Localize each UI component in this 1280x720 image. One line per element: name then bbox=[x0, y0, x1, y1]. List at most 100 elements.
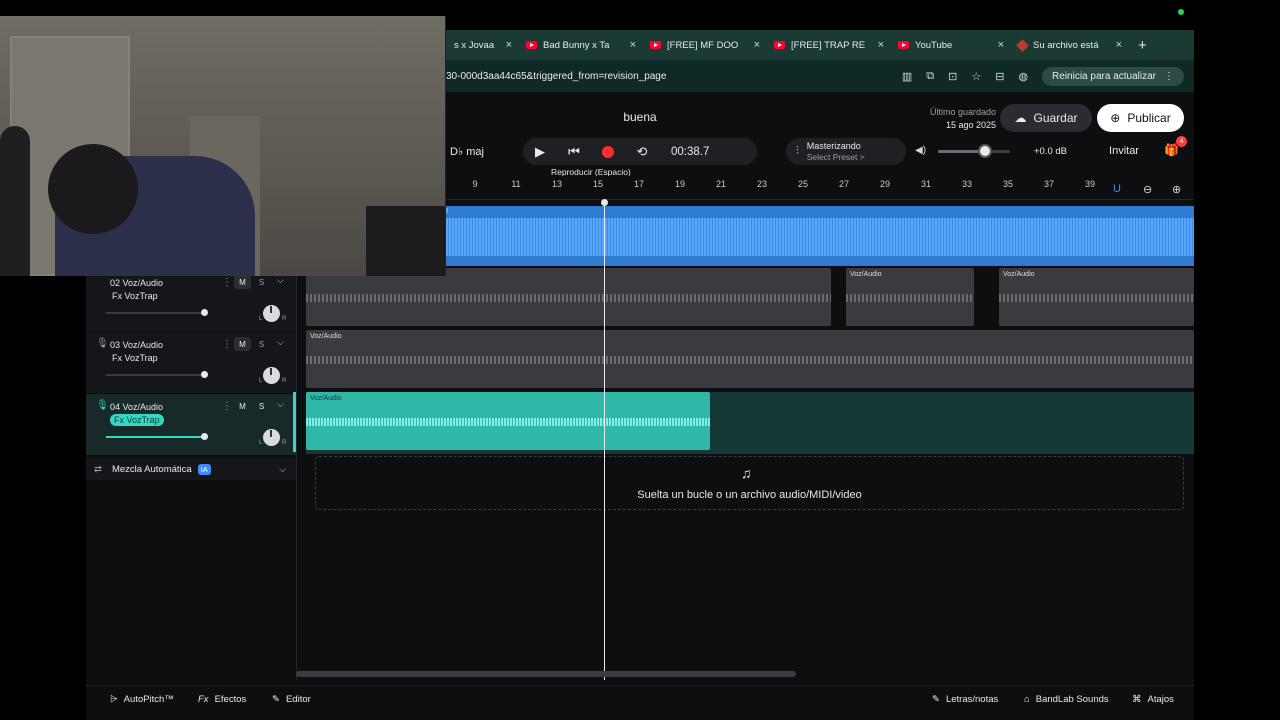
chevron-down-icon[interactable]: ⌵ bbox=[277, 275, 284, 286]
mute-button[interactable]: M bbox=[234, 337, 251, 351]
track-name[interactable]: 03 Voz/Audio bbox=[110, 340, 163, 350]
browser-tab[interactable]: Su archivo está × bbox=[1010, 30, 1128, 60]
update-button[interactable]: Reinicia para actualizar ⋮ bbox=[1042, 66, 1184, 86]
snap-icon[interactable]: U bbox=[1113, 183, 1121, 195]
pan-knob[interactable] bbox=[263, 305, 280, 322]
close-icon[interactable]: × bbox=[630, 39, 636, 51]
browser-tab[interactable]: s x Jovaa × bbox=[446, 30, 518, 60]
key-selector[interactable]: D♭ maj bbox=[446, 140, 506, 162]
close-icon[interactable]: × bbox=[1116, 39, 1122, 51]
playhead[interactable] bbox=[604, 200, 605, 680]
track-header[interactable]: 🎙 03 Voz/Audio Fx VozTrap ⋮ M S ⌵ L R bbox=[86, 332, 296, 394]
audio-clip[interactable]: Voz/Audio bbox=[306, 330, 1194, 388]
invite-button[interactable]: Invitar bbox=[1098, 140, 1150, 162]
close-icon[interactable]: × bbox=[878, 39, 884, 51]
browser-tab[interactable]: [FREE] TRAP RE × bbox=[766, 30, 890, 60]
solo-button[interactable]: S bbox=[254, 275, 269, 289]
audio-clip[interactable]: Voz/Audio bbox=[999, 268, 1194, 326]
mastering-button[interactable]: ⫶ Masterizando Select Preset > bbox=[786, 138, 906, 165]
mastering-preset: Select Preset > bbox=[806, 151, 865, 162]
track-volume-slider[interactable] bbox=[106, 436, 204, 438]
chevron-down-icon[interactable]: ⌵ bbox=[279, 464, 286, 475]
tab-label: [FREE] MF DOO bbox=[667, 39, 739, 51]
update-label: Reinicia para actualizar bbox=[1052, 70, 1156, 82]
close-icon[interactable]: × bbox=[998, 39, 1004, 51]
browser-tab[interactable]: Bad Bunny x Ta × bbox=[518, 30, 642, 60]
track-volume-slider[interactable] bbox=[106, 374, 204, 376]
horizontal-scrollbar[interactable] bbox=[296, 671, 796, 677]
bandlab-sounds-button[interactable]: ⌂ BandLab Sounds bbox=[1024, 694, 1109, 705]
record-button[interactable] bbox=[591, 138, 625, 165]
audio-clip[interactable] bbox=[306, 268, 831, 326]
close-icon[interactable]: × bbox=[754, 39, 760, 51]
new-tab-button[interactable]: + bbox=[1138, 37, 1147, 54]
cast-icon[interactable]: ⧉ bbox=[926, 70, 934, 83]
track-name[interactable]: 02 Voz/Audio bbox=[110, 278, 163, 288]
more-icon[interactable]: ⋮ bbox=[222, 339, 232, 350]
browser-tab[interactable]: [FREE] MF DOO × bbox=[642, 30, 766, 60]
fx-preset[interactable]: Fx VozTrap bbox=[110, 414, 164, 426]
more-icon[interactable]: ⋮ bbox=[222, 277, 232, 288]
lyrics-button[interactable]: ✎ Letras/notas bbox=[932, 694, 998, 705]
translate-icon[interactable]: ⊡ bbox=[948, 70, 957, 83]
fx-preset[interactable]: Fx VozTrap bbox=[110, 290, 160, 302]
rewind-button[interactable]: ⏮ bbox=[557, 138, 591, 165]
clip-label: Voz/Audio bbox=[1003, 271, 1035, 278]
ruler-tick: 15 bbox=[592, 179, 604, 189]
volume-knob[interactable] bbox=[201, 433, 208, 440]
fx-preset[interactable]: Fx VozTrap bbox=[110, 352, 160, 364]
star-icon[interactable]: ☆ bbox=[971, 70, 981, 83]
pan-right-label: R bbox=[282, 316, 287, 322]
effects-button[interactable]: Fx Efectos bbox=[198, 694, 246, 705]
browser-tab[interactable]: YouTube × bbox=[890, 30, 1010, 60]
profile-icon[interactable]: ◍ bbox=[1018, 70, 1028, 83]
chevron-down-icon[interactable]: ⌵ bbox=[277, 337, 284, 348]
mute-button[interactable]: M bbox=[234, 399, 251, 413]
close-icon[interactable]: × bbox=[506, 39, 512, 51]
track-lane[interactable]: Voz/Audio bbox=[306, 330, 1194, 392]
audio-clip[interactable]: Voz/Audio bbox=[846, 268, 974, 326]
autopitch-button[interactable]: ⩥ AutoPitch™ bbox=[110, 694, 174, 705]
solo-button[interactable]: S bbox=[254, 399, 269, 413]
shortcuts-button[interactable]: ⌘ Atajos bbox=[1132, 694, 1174, 705]
volume-icon[interactable]: ◀) bbox=[915, 145, 926, 156]
sliders-icon: ⫶ bbox=[796, 145, 799, 157]
automix-panel[interactable]: ⇄ Mezcla Automática IA ⌵ bbox=[86, 458, 296, 480]
chevron-down-icon[interactable]: ⌵ bbox=[277, 399, 284, 410]
track-header[interactable]: 02 Voz/Audio Fx VozTrap ⋮ M S ⌵ L R bbox=[86, 270, 296, 332]
play-button[interactable]: ▶ bbox=[523, 138, 557, 165]
microphone-stand bbox=[0, 126, 30, 276]
track-lane[interactable]: Voz/Audio bbox=[306, 392, 1194, 454]
solo-button[interactable]: S bbox=[254, 337, 269, 351]
sidepanel-icon[interactable]: ⊟ bbox=[995, 70, 1004, 83]
publish-button[interactable]: ⊕ Publicar bbox=[1097, 104, 1184, 132]
volume-knob[interactable] bbox=[201, 371, 208, 378]
pan-knob[interactable] bbox=[263, 429, 280, 446]
track-header-selected[interactable]: 🎙 04 Voz/Audio Fx VozTrap ⋮ M S ⌵ L R bbox=[86, 394, 296, 456]
ruler-tick: 17 bbox=[633, 179, 645, 189]
drop-zone[interactable]: ♫ Suelta un bucle o un archivo audio/MID… bbox=[315, 456, 1184, 510]
tab-label: Su archivo está bbox=[1033, 39, 1099, 51]
more-icon[interactable]: ⋮ bbox=[222, 401, 232, 412]
project-title[interactable]: buena bbox=[600, 110, 680, 124]
loop-button[interactable]: ⟲ bbox=[625, 138, 659, 165]
timeline-ruler[interactable]: 9 11 13 15 17 19 21 23 25 27 29 31 33 35 37 39 bbox=[446, 176, 1194, 200]
pan-knob[interactable] bbox=[263, 367, 280, 384]
pan-right-label: R bbox=[282, 378, 287, 384]
zoom-out-icon[interactable]: ⊖ bbox=[1143, 183, 1152, 196]
beat-clip[interactable]: I bbox=[446, 206, 1194, 266]
editor-button[interactable]: ✎ Editor bbox=[272, 694, 311, 705]
save-button[interactable]: ☁ Guardar bbox=[1000, 104, 1092, 132]
zoom-in-icon[interactable]: ⊕ bbox=[1172, 183, 1181, 196]
audio-clip[interactable]: Voz/Audio bbox=[306, 392, 710, 450]
track-name[interactable]: 04 Voz/Audio bbox=[110, 402, 163, 412]
volume-knob[interactable] bbox=[201, 309, 208, 316]
volume-knob[interactable] bbox=[977, 144, 992, 158]
master-volume-slider[interactable] bbox=[938, 150, 1010, 153]
mute-button[interactable]: M bbox=[234, 275, 251, 289]
track-lane[interactable]: Voz/Audio Voz/Audio bbox=[306, 268, 1194, 330]
url-text[interactable]: 30-000d3aa44c65&triggered_from=revision_… bbox=[446, 71, 902, 82]
track-volume-slider[interactable] bbox=[106, 312, 204, 314]
playhead-handle[interactable] bbox=[601, 199, 608, 206]
reader-icon[interactable]: ▥ bbox=[902, 70, 912, 83]
